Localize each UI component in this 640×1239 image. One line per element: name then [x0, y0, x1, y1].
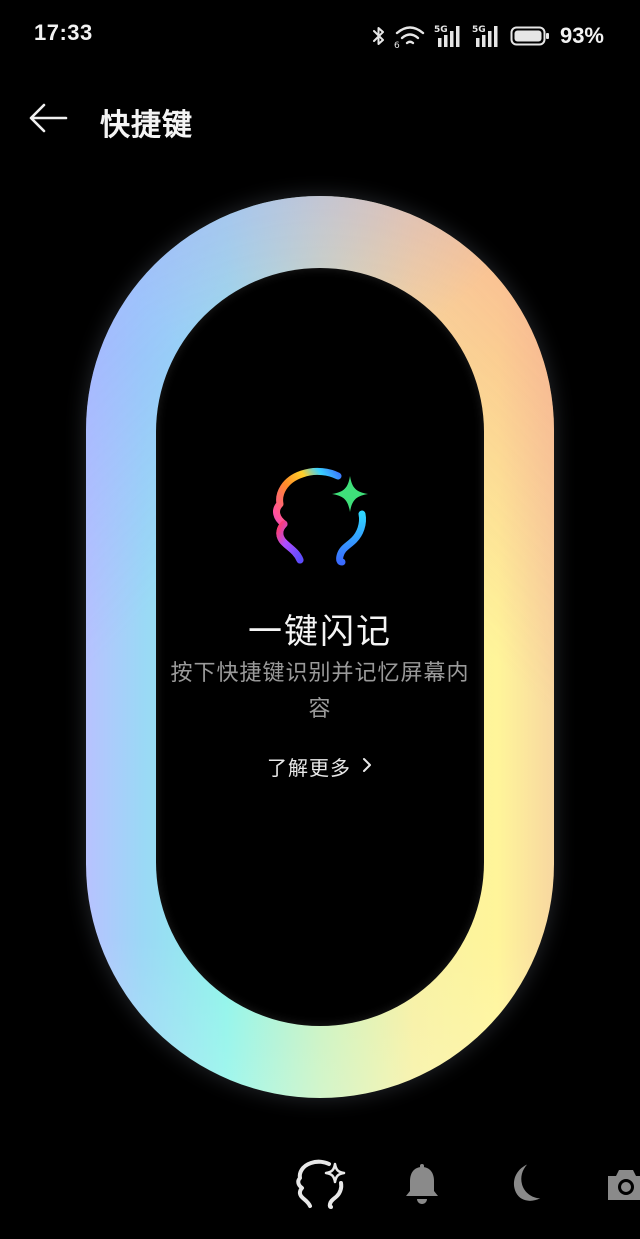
status-time: 17:33 [34, 20, 93, 45]
shortcut-camera[interactable] [596, 1156, 640, 1216]
chevron-right-icon [361, 756, 373, 778]
feature-title: 一键闪记 [248, 612, 392, 652]
feature-description: 按下快捷键识别并记忆屏幕内容 [170, 661, 470, 722]
bluetooth-icon [372, 24, 386, 48]
signal-5g-icon: 5G [434, 23, 464, 49]
status-bar: 17:33 6 5G 5G 93% [0, 0, 640, 72]
memory-head-sparkle-icon [292, 1157, 348, 1215]
network-label-1: 5G [434, 25, 448, 35]
bell-icon [402, 1163, 442, 1209]
camera-icon [604, 1164, 640, 1208]
network-label-2: 5G [472, 25, 486, 35]
shortcut-selector [0, 1156, 640, 1220]
wifi-icon: 6 [394, 24, 426, 48]
shortcut-flash-memory[interactable] [290, 1156, 350, 1216]
header: 快捷键 [0, 92, 640, 148]
back-button[interactable] [26, 98, 70, 142]
battery-percent: 93% [559, 23, 604, 48]
page-title: 快捷键 [100, 108, 193, 143]
signal-5g-icon: 5G [472, 23, 502, 49]
status-icons: 6 5G 5G 93% [372, 20, 604, 52]
shortcut-do-not-disturb[interactable] [494, 1156, 554, 1216]
learn-more-link[interactable]: 了解更多 [0, 752, 640, 781]
learn-more-label: 了解更多 [267, 756, 351, 780]
moon-icon [502, 1162, 546, 1210]
memory-head-sparkle-icon [264, 462, 376, 570]
shortcut-ring-mode[interactable] [392, 1156, 452, 1216]
svg-text:6: 6 [394, 41, 400, 48]
arrow-left-icon [28, 102, 68, 138]
battery-icon [510, 25, 550, 47]
